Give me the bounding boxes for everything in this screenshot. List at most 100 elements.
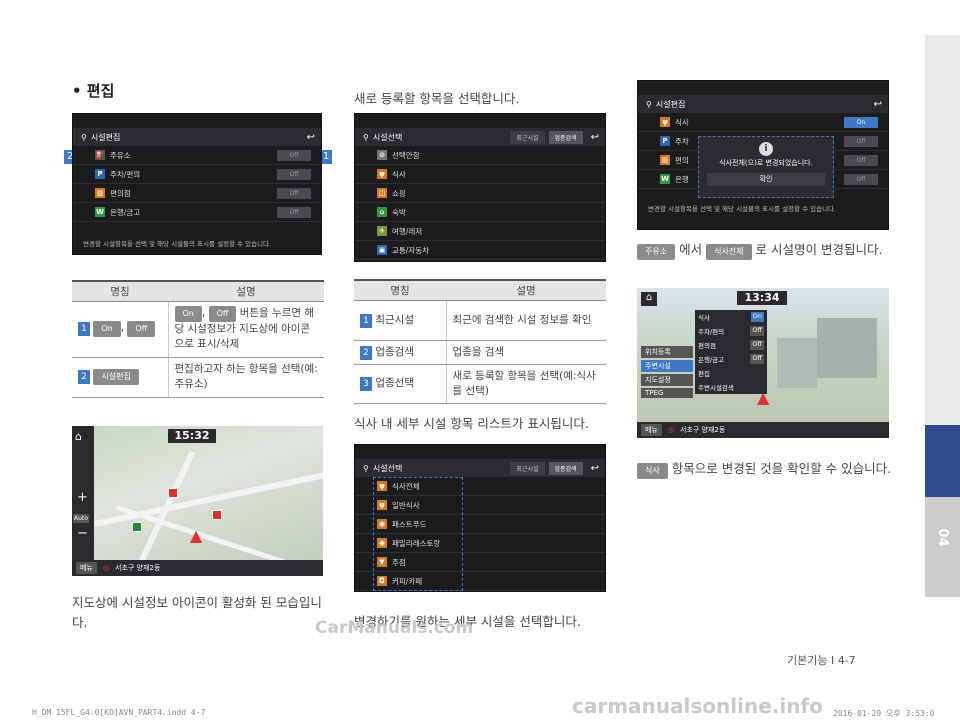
toggle-button[interactable]: Off (277, 206, 311, 218)
screen-header: ⚲ 시설선택 최근시설 업종검색 ↩ (355, 128, 605, 146)
screen-header: ⚲ 시설편집 ↩ (638, 95, 888, 113)
recent-facility-button[interactable]: 최근시설 (510, 130, 545, 144)
map-status-bar: 메뉴 ◎ 서초구 양재2동 (72, 560, 323, 576)
category-search-button[interactable]: 업종검색 (548, 461, 583, 475)
toggle-button[interactable]: Off (844, 173, 878, 185)
list-item[interactable]: ⊘ 선택안함 (355, 146, 605, 165)
table-header: 명칭 (354, 279, 446, 301)
table-row: 2 업종검색 업종을 검색 (354, 340, 606, 365)
auto-button[interactable]: Auto (73, 514, 89, 523)
screen-title: 시설편집 (655, 99, 686, 109)
list-item[interactable]: ψ 식사 On (638, 113, 888, 132)
description-table: 명칭 설명 1 On, Off On, Off 버튼을 누르면 해당 시설정보가… (72, 280, 324, 398)
zoom-out-icon[interactable]: − (77, 526, 88, 541)
back-icon[interactable]: ↩ (591, 132, 599, 143)
bank-icon: W (660, 174, 670, 184)
toggle-button[interactable]: Off (277, 168, 311, 180)
menu-button[interactable]: 메뉴 (76, 562, 97, 574)
list-item[interactable]: W 은행/금고 Off (73, 203, 321, 222)
table-header: 명칭 (72, 280, 168, 302)
location-text: 서초구 양재2동 (115, 564, 161, 572)
info-icon: i (759, 142, 773, 156)
fuel-chip: 주유소 (637, 244, 676, 260)
result-text: 식사 항목으로 변경된 것을 확인할 수 있습니다. (637, 459, 895, 479)
off-chip: Off (208, 306, 237, 322)
row-description: 편집하고자 하는 항목을 선택(예:주유소) (168, 357, 324, 398)
print-info-left: H_DM 15FL_G4.0[KO]AVN_PART4.indd 4-7 (32, 708, 206, 717)
location-icon: ◎ (667, 426, 674, 434)
row-number: 2 (78, 370, 90, 384)
back-icon[interactable]: ↩ (307, 132, 315, 143)
toggle-button[interactable]: Off (844, 135, 878, 147)
menu-item[interactable]: 위치등록 (641, 346, 693, 358)
list-item[interactable]: ψ 식사 (355, 165, 605, 184)
side-tab-inactive (925, 35, 960, 425)
list-item[interactable]: ⌂ 숙박 (355, 203, 605, 222)
current-position-icon: ▲ (757, 388, 770, 407)
toggle-button[interactable]: Off (277, 187, 311, 199)
map-screenshot: ⌂ + Auto − 15:32 ▲ 메뉴 ◎ 서초구 양재2동 (72, 426, 323, 576)
menu-button[interactable]: 메뉴 (641, 424, 662, 436)
table-header: 설명 (168, 280, 324, 302)
list-item[interactable]: ▣ 교통/자동차 (355, 241, 605, 260)
store-icon: ▥ (95, 188, 105, 198)
recent-facility-button[interactable]: 최근시설 (510, 461, 545, 475)
facility-edit-confirm-screen: ⚲ 시설편집 ↩ ψ 식사 On P 주차 Off ▥ 편의 Off W 은행 Off 변경할 … (637, 80, 889, 230)
list-item[interactable]: ⛽ 주유소 Off (73, 146, 321, 165)
on-chip: On (93, 321, 121, 337)
menu-item[interactable]: TPEG (641, 388, 693, 398)
description-table: 명칭 설명 1 최근시설 최근에 검색한 시설 정보를 확인 2 업종검색 업종… (354, 279, 606, 404)
facility-panel: 식사 On 주차/편의 Off 편의점 Off 은행/금고 Off 편집 주변시설검색 (695, 310, 767, 394)
facility-marker-icon (132, 522, 142, 532)
facility-marker-icon (168, 488, 178, 498)
toggle-button[interactable]: On (844, 116, 878, 128)
side-tab-active (925, 425, 960, 497)
screen-header: ⚲ 시설편집 ↩ (73, 128, 321, 146)
selection-highlight (373, 477, 463, 591)
food-icon: ψ (377, 169, 387, 179)
toggle-button[interactable]: Off (277, 149, 311, 161)
print-info-right: 2016-01-29 오후 3:53:0 (833, 709, 935, 718)
home-icon[interactable]: ⌂ (641, 292, 657, 306)
location-text: 서초구 양재2동 (680, 426, 726, 434)
fuel-icon: ⛽ (95, 150, 105, 160)
toggle-button[interactable]: Off (844, 154, 878, 166)
facility-edit-screen: ⚲ 시설편집 ↩ ⛽ 주유소 Off P 주차/편의 Off ▥ 편의점 Off W 은행/금… (72, 113, 322, 255)
subcategory-screen: ⚲ 시설선택 최근시설 업종검색 ↩ ψ 식사전체 ψ 일반식사 ◉ 패스트푸드 ◉ 패… (354, 444, 606, 592)
food-icon: ψ (660, 117, 670, 127)
clock-display: 15:32 (168, 429, 216, 443)
screen-footer-text: 변경할 시설항목을 선택 및 해당 시설물의 표시를 설정할 수 있습니다. (83, 240, 272, 248)
page-number: 기본기능 I 4-7 (787, 654, 856, 667)
map-screenshot: ⌂ 13:34 위치등록 주변시설 지도설정 TPEG 식사 On 주차/편의 Of… (637, 288, 889, 438)
home-icon[interactable]: ⌂ (75, 430, 82, 443)
popup-message: 식사전체(으)로 변경되었습니다. (719, 159, 813, 167)
back-icon[interactable]: ↩ (874, 99, 882, 110)
menu-item[interactable]: 지도설정 (641, 374, 693, 386)
screen-title: 시설편집 (90, 132, 121, 142)
shopping-icon: ◫ (377, 188, 387, 198)
list-item[interactable]: P 주차/편의 Off (73, 165, 321, 184)
screen-title: 시설선택 (372, 463, 403, 473)
list-item[interactable]: ✈ 여행/레저 (355, 222, 605, 241)
facility-select-screen: ⚲ 시설선택 최근시설 업종검색 ↩ ⊘ 선택안함 ψ 식사 ◫ 쇼핑 ⌂ 숙박 ✈ 여행… (354, 113, 606, 262)
category-search-button[interactable]: 업종검색 (548, 130, 583, 144)
back-icon[interactable]: ↩ (591, 463, 599, 474)
list-item[interactable]: ▥ 편의점 Off (73, 184, 321, 203)
watermark-2: carmanualsonline.info (572, 694, 823, 718)
all-food-chip: 식사전체 (706, 244, 752, 260)
zoom-in-icon[interactable]: + (77, 490, 88, 505)
confirm-button[interactable]: 확인 (707, 173, 825, 186)
none-icon: ⊘ (377, 150, 387, 160)
menu-item[interactable]: 주변시설 (641, 360, 693, 372)
parking-icon: P (95, 169, 105, 179)
table-row: 1 On, Off On, Off 버튼을 누르면 해당 시설정보가 지도상에 … (72, 301, 324, 358)
map-status-bar: 메뉴 ◎ 서초구 양재2동 (637, 422, 889, 438)
screen-title: 시설선택 (372, 132, 403, 142)
change-text: 주유소 에서 식사전체 로 시설명이 변경됩니다. (637, 240, 895, 260)
list-item[interactable]: ◫ 쇼핑 (355, 184, 605, 203)
travel-icon: ✈ (377, 226, 387, 236)
on-chip: On (174, 306, 202, 322)
side-menu: 위치등록 주변시설 지도설정 TPEG (641, 346, 693, 398)
table-row: 1 최근시설 최근에 검색한 시설 정보를 확인 (354, 300, 606, 341)
watermark-1: CarManuals.com (315, 618, 474, 638)
